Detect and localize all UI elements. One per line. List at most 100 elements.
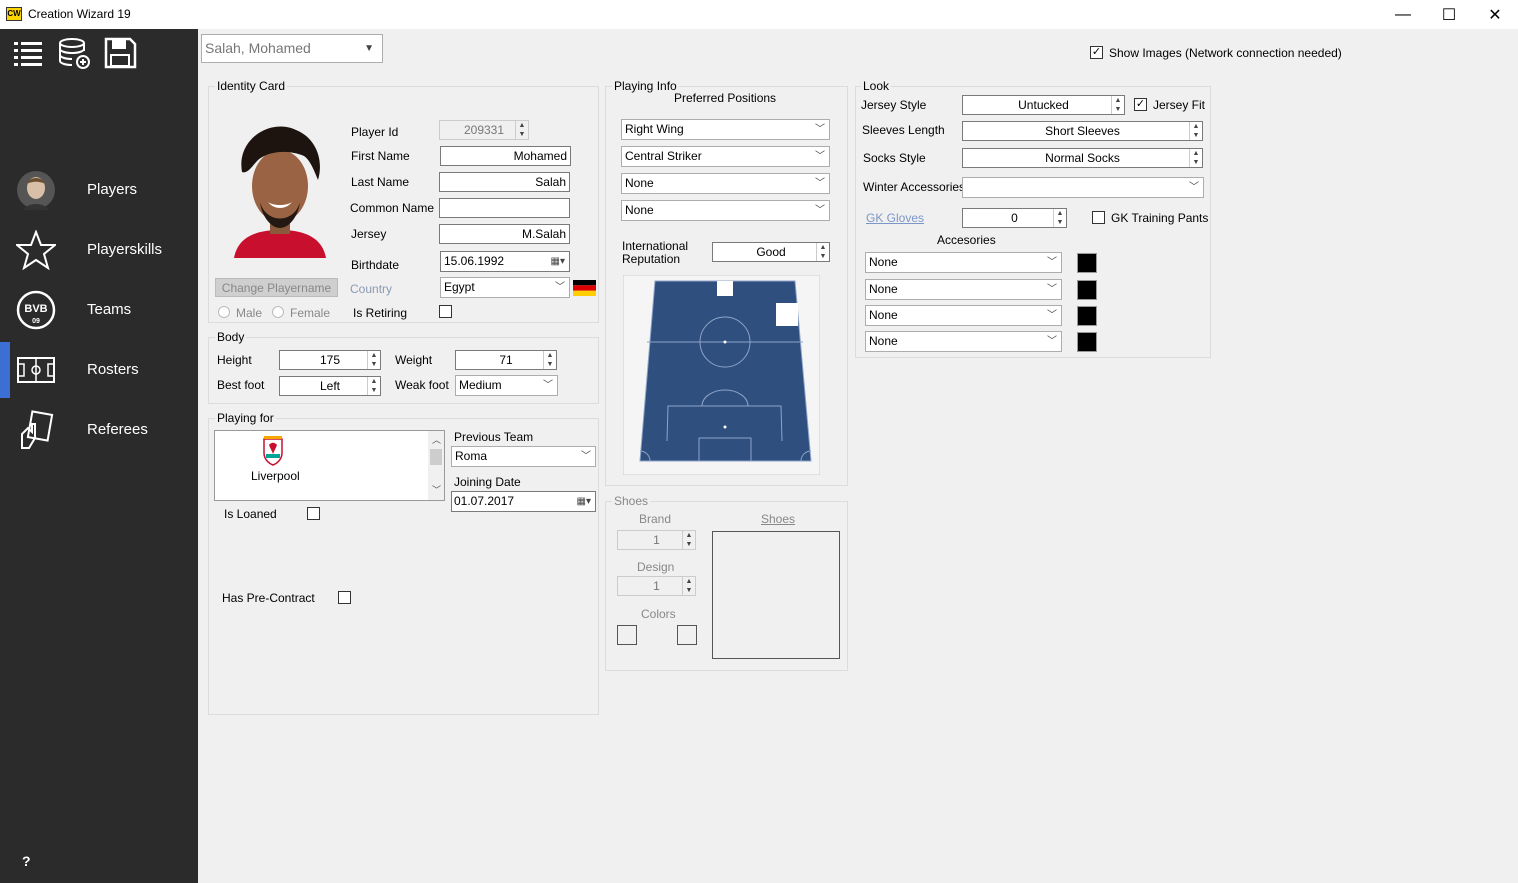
- first-name-field[interactable]: Mohamed: [440, 146, 571, 166]
- sleeves-value: Short Sleeves: [1045, 124, 1120, 138]
- spin-arrows-icon[interactable]: ▲ ▼: [543, 351, 556, 369]
- is-loaned-label: Is Loaned: [224, 507, 277, 521]
- winter-accessories-select[interactable]: ﹀: [962, 177, 1204, 198]
- spin-arrows-icon[interactable]: ▲ ▼: [1053, 209, 1066, 227]
- brand-field[interactable]: 1 ▲ ▼: [617, 530, 696, 550]
- jersey-fit-checkbox[interactable]: ✓: [1134, 98, 1147, 111]
- shoe-color-1-swatch[interactable]: [617, 625, 637, 645]
- best-foot-value: Left: [319, 379, 340, 393]
- minimize-button[interactable]: —: [1380, 0, 1426, 29]
- accessory-select-2[interactable]: None ﹀: [865, 279, 1062, 300]
- last-name-field[interactable]: Salah: [439, 172, 570, 192]
- spin-arrows-icon[interactable]: ▲ ▼: [682, 531, 695, 549]
- gk-gloves-link[interactable]: GK Gloves: [866, 211, 924, 225]
- accessory-value: None: [869, 282, 898, 296]
- is-retiring-checkbox[interactable]: [439, 305, 452, 318]
- height-field[interactable]: 175 ▲ ▼: [279, 350, 381, 370]
- accessory-color-3-swatch[interactable]: [1077, 306, 1097, 326]
- save-icon[interactable]: [102, 35, 138, 71]
- gk-gloves-field[interactable]: 0 ▲ ▼: [962, 208, 1067, 228]
- spin-arrows-icon[interactable]: ▲ ▼: [1189, 122, 1202, 140]
- position-value: Central Striker: [625, 149, 702, 163]
- weight-field[interactable]: 71 ▲ ▼: [455, 350, 557, 370]
- design-field[interactable]: 1 ▲ ▼: [617, 576, 696, 596]
- jersey-style-value: Untucked: [1018, 98, 1069, 112]
- accessory-value: None: [869, 308, 898, 322]
- accessory-color-4-swatch[interactable]: [1077, 332, 1097, 352]
- sidebar-item-label: Playerskills: [87, 241, 163, 258]
- country-value: Egypt: [444, 280, 475, 294]
- close-button[interactable]: ✕: [1472, 0, 1518, 29]
- previous-team-select[interactable]: Roma ﹀: [451, 446, 596, 467]
- sidebar-item-playerskills[interactable]: Playerskills: [0, 222, 198, 278]
- weak-foot-label: Weak foot: [395, 378, 449, 392]
- maximize-button[interactable]: ☐: [1426, 0, 1472, 29]
- shoes-image-box: [712, 531, 840, 659]
- male-radio[interactable]: [218, 306, 230, 318]
- accessory-select-3[interactable]: None ﹀: [865, 305, 1062, 326]
- weight-label: Weight: [395, 353, 433, 367]
- spin-arrows-icon[interactable]: ▲ ▼: [682, 577, 695, 595]
- sidebar-item-referees[interactable]: Referees: [0, 402, 198, 458]
- scroll-thumb[interactable]: [430, 449, 442, 465]
- weak-foot-select[interactable]: Medium ﹀: [455, 375, 558, 396]
- accessory-color-2-swatch[interactable]: [1077, 280, 1097, 300]
- female-radio[interactable]: [272, 306, 284, 318]
- weight-value: 71: [499, 353, 513, 367]
- spin-arrows-icon[interactable]: ▲ ▼: [367, 351, 380, 369]
- socks-field[interactable]: Normal Socks ▲ ▼: [962, 148, 1203, 168]
- country-select[interactable]: Egypt ﹀: [440, 277, 570, 298]
- spin-arrows-icon[interactable]: ▲ ▼: [367, 377, 380, 395]
- positions-pitch[interactable]: [623, 275, 820, 475]
- scroll-down-icon[interactable]: ﹀: [432, 483, 441, 496]
- show-images-checkbox[interactable]: ✓: [1090, 46, 1103, 59]
- menu-list-icon[interactable]: [10, 35, 46, 71]
- spin-arrows-icon[interactable]: ▲ ▼: [1189, 149, 1202, 167]
- jersey-label: Jersey: [351, 227, 387, 241]
- sidebar-item-teams[interactable]: BVB 09 Teams: [0, 282, 198, 338]
- sidebar-item-players[interactable]: Players: [0, 162, 198, 218]
- help-button[interactable]: ?: [22, 853, 31, 869]
- design-label: Design: [637, 560, 675, 574]
- spin-arrows-icon[interactable]: ▲ ▼: [1111, 96, 1124, 114]
- shoes-link[interactable]: Shoes: [761, 512, 795, 526]
- database-add-icon[interactable]: [56, 35, 92, 71]
- position-select-2[interactable]: Central Striker ﹀: [621, 146, 830, 167]
- jersey-style-field[interactable]: Untucked ▲ ▼: [962, 95, 1125, 115]
- look-title: Look: [861, 79, 892, 93]
- is-loaned-checkbox[interactable]: [307, 507, 320, 520]
- int-rep-label-1: International: [622, 239, 689, 253]
- accessory-select-1[interactable]: None ﹀: [865, 252, 1062, 273]
- body-title: Body: [215, 330, 247, 344]
- team-list[interactable]: Liverpool ︿ ﹀: [214, 430, 445, 501]
- position-select-1[interactable]: Right Wing ﹀: [621, 119, 830, 140]
- position-select-4[interactable]: None ﹀: [621, 200, 830, 221]
- scroll-up-icon[interactable]: ︿: [432, 433, 441, 446]
- sleeves-field[interactable]: Short Sleeves ▲ ▼: [962, 121, 1203, 141]
- sidebar-item-rosters[interactable]: Rosters: [0, 342, 198, 398]
- chevron-down-icon: ▼: [364, 43, 374, 54]
- pre-contract-checkbox[interactable]: [338, 591, 351, 604]
- height-value: 175: [319, 353, 341, 367]
- spin-arrows-icon[interactable]: ▲ ▼: [816, 243, 829, 261]
- int-rep-value: Good: [756, 245, 786, 259]
- joining-date-picker[interactable]: 01.07.2017 ▦▾: [451, 491, 596, 512]
- shoe-color-2-swatch[interactable]: [677, 625, 697, 645]
- position-select-3[interactable]: None ﹀: [621, 173, 830, 194]
- player-select[interactable]: Salah, Mohamed ▼: [201, 34, 383, 63]
- gk-training-pants-checkbox[interactable]: [1092, 211, 1105, 224]
- change-playername-button[interactable]: Change Playername: [215, 278, 338, 297]
- int-rep-field[interactable]: Good ▲ ▼: [712, 242, 830, 262]
- birthdate-picker[interactable]: 15.06.1992 ▦▾: [440, 251, 570, 272]
- jersey-name-field[interactable]: M.Salah: [439, 224, 570, 244]
- common-name-field[interactable]: [439, 198, 570, 218]
- design-value: 1: [653, 579, 660, 593]
- accessory-select-4[interactable]: None ﹀: [865, 331, 1062, 352]
- identity-card-title: Identity Card: [215, 79, 288, 93]
- chevron-down-icon: ﹀: [543, 380, 553, 391]
- shoes-title: Shoes: [612, 494, 651, 508]
- team-list-scrollbar[interactable]: ︿ ﹀: [428, 431, 444, 500]
- first-name-label: First Name: [351, 149, 410, 163]
- accessory-color-1-swatch[interactable]: [1077, 253, 1097, 273]
- best-foot-field[interactable]: Left ▲ ▼: [279, 376, 381, 396]
